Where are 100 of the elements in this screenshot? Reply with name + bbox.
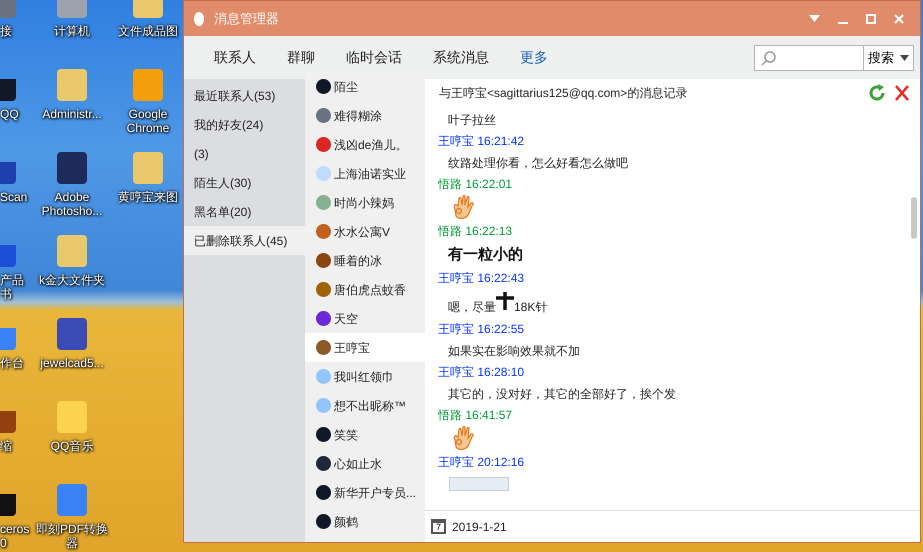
desktop-icon-label: QQ <box>0 107 19 121</box>
message-text: 18K针 <box>514 299 548 316</box>
search-field[interactable] <box>754 44 864 70</box>
tab[interactable]: 临时会话 <box>336 47 412 68</box>
contact-item[interactable]: 颜鹤 <box>305 507 425 536</box>
desktop-icon-label: Chrome <box>126 121 170 135</box>
contact-item[interactable]: 心如止水 <box>305 449 425 478</box>
maximize-icon[interactable] <box>866 14 876 24</box>
contact-name: 心如止水 <box>334 456 382 472</box>
desktop-icon[interactable] <box>57 152 87 184</box>
message-text: 如果实在影响效果就不加 <box>447 343 581 360</box>
message-header: 王哼宝 16:22:55 <box>438 321 526 338</box>
image-placeholder <box>449 477 509 491</box>
contact-name: 想不出昵称™ <box>334 398 406 414</box>
desktop-icon[interactable] <box>57 235 87 267</box>
date-label: 2019-1-21 <box>452 518 507 536</box>
refresh-icon[interactable] <box>868 84 886 102</box>
contact-name: 难得糊涂 <box>334 108 382 124</box>
contact-item[interactable]: 睡着的冰 <box>305 246 425 275</box>
desktop-icon-label: 器 <box>66 536 78 550</box>
category-item[interactable]: 我的好友(24) <box>184 110 305 139</box>
contact-name: 睡着的冰 <box>334 252 382 270</box>
desktop-icon-label: Google <box>128 107 168 121</box>
tab[interactable]: 系统消息 <box>423 47 499 68</box>
contact-name: 笑笑 <box>334 426 358 444</box>
desktop-icon[interactable] <box>133 152 163 184</box>
contact-item[interactable]: 难得糊涂 <box>305 101 425 130</box>
desktop-icon[interactable] <box>133 69 163 101</box>
desktop-icon-label: 计算机 <box>54 24 90 38</box>
window-title: 消息管理器 <box>214 10 279 28</box>
category-item[interactable]: (3) <box>184 139 305 168</box>
contact-name: 水水公寓V <box>334 224 390 240</box>
message-header: 王哼宝 20:12:16 <box>438 454 526 471</box>
contact-item[interactable]: 新华开户专员... <box>305 478 425 507</box>
desktop-icon-label: 书 <box>0 287 12 301</box>
desktop-icon[interactable] <box>57 69 87 101</box>
plus-icon <box>496 292 514 310</box>
desktop-icon-label: 0 <box>0 536 7 550</box>
delete-icon[interactable] <box>894 84 910 102</box>
contact-name: 浅凶de渔儿。 <box>334 136 408 154</box>
desktop-icon-label: 产品 <box>0 273 24 287</box>
search-icon <box>761 50 777 66</box>
desktop-icon-label: 接 <box>0 24 12 38</box>
contact-name: 时尚小辣妈 <box>334 194 394 212</box>
desktop-icon-label: k金大文件夹 <box>39 273 105 287</box>
desktop-icon-label: 作台 <box>0 356 24 370</box>
search-button[interactable]: 搜索 <box>864 44 914 70</box>
message-text: 其它的，没对好，其它的全部好了，挨个发 <box>447 386 677 403</box>
contact-name: 王哼宝 <box>334 340 370 356</box>
desktop-icon[interactable] <box>57 318 87 350</box>
contact-item[interactable]: 水水公寓V <box>305 217 425 246</box>
contact-name: 天空 <box>334 310 358 328</box>
contact-name: 上海油诺实业 <box>334 166 406 182</box>
desktop-icon[interactable] <box>57 401 87 433</box>
message-header: 王哼宝 16:22:43 <box>438 270 526 287</box>
message-text: 纹路处理你看，怎么好看怎么做吧 <box>447 155 629 172</box>
contact-item[interactable]: 时尚小辣妈 <box>305 188 425 217</box>
close-icon[interactable] <box>894 14 904 24</box>
contact-item[interactable]: 想不出昵称™ <box>305 391 425 420</box>
category-item[interactable]: 最近联系人(53) <box>184 81 305 110</box>
desktop-icon-label: Adobe <box>54 190 90 204</box>
contact-name: 我叫红领巾 <box>334 368 394 386</box>
scrollbar-thumb[interactable] <box>911 197 917 239</box>
contact-item[interactable]: 浅凶de渔儿。 <box>305 130 425 159</box>
desktop-icon-label: Photosho... <box>42 204 102 218</box>
contact-item[interactable]: 我叫红领巾 <box>305 362 425 391</box>
message-header: 王哼宝 16:21:42 <box>438 133 526 150</box>
category-item[interactable]: 陌生人(30) <box>184 168 305 197</box>
desktop-icon-label: 即刻PDF转换 <box>36 522 108 536</box>
tab[interactable]: 联系人 <box>204 47 266 68</box>
tab[interactable]: 更多 <box>510 47 558 68</box>
desktop-icon-label: Scan <box>0 190 28 204</box>
message-header: 悟路 16:22:13 <box>438 223 514 240</box>
calendar-icon[interactable]: 7 <box>431 519 446 534</box>
contact-name: 陌尘 <box>334 78 358 96</box>
desktop-icon-label: Administr... <box>42 107 102 121</box>
contact-item[interactable]: 王哼宝 <box>305 333 425 362</box>
contact-item[interactable]: 天空 <box>305 304 425 333</box>
category-item[interactable]: 黑名单(20) <box>184 197 305 226</box>
contact-name: 颜鹤 <box>334 514 358 530</box>
tab[interactable]: 群聊 <box>277 47 325 68</box>
message-header: 王哼宝 16:28:10 <box>438 364 526 381</box>
desktop-icon[interactable] <box>57 484 87 516</box>
contact-item[interactable]: 唐伯虎点蚊香 <box>305 275 425 304</box>
desktop-icon-label: ceros <box>0 522 30 536</box>
contact-item[interactable]: 陌尘 <box>305 72 425 101</box>
message-text: 嗯，尽量 <box>448 299 496 316</box>
desktop-icon-label: 缩 <box>0 439 12 453</box>
contact-item[interactable]: 上海油诺实业 <box>305 159 425 188</box>
ok-hand-emoji <box>451 426 475 452</box>
contact-item[interactable]: 笑笑 <box>305 420 425 449</box>
caret-icon <box>900 54 909 60</box>
dropdown-icon[interactable] <box>809 15 820 22</box>
contact-name: 唐伯虎点蚊香 <box>334 282 406 298</box>
message-header: 悟路 16:41:57 <box>438 407 514 424</box>
log-title: 与王哼宝<sagittarius125@qq.com>的消息记录 <box>439 85 688 102</box>
desktop-icon-label: 文件成品图 <box>118 24 178 38</box>
desktop-icon-label: 黄哼宝来图 <box>118 190 178 204</box>
category-item[interactable]: 已删除联系人(45) <box>184 226 305 255</box>
message-text: 叶子拉丝 <box>447 112 497 129</box>
